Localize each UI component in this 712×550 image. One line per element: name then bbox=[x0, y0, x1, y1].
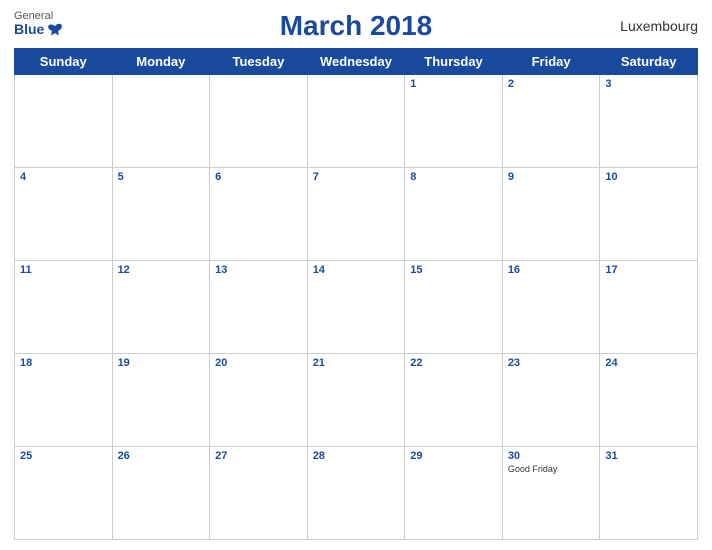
calendar-cell-6: 6 bbox=[210, 168, 308, 261]
calendar-cell-31: 31 bbox=[600, 447, 698, 540]
day-number: 1 bbox=[410, 78, 497, 90]
calendar-table: SundayMondayTuesdayWednesdayThursdayFrid… bbox=[14, 48, 698, 540]
calendar-cell-empty bbox=[210, 75, 308, 168]
calendar-cell-1: 1 bbox=[405, 75, 503, 168]
day-number: 2 bbox=[508, 78, 595, 90]
weekday-header-saturday: Saturday bbox=[600, 49, 698, 75]
week-row-3: 18 19 20 21 22 23 24 bbox=[15, 354, 698, 447]
day-number: 3 bbox=[605, 78, 692, 90]
calendar-cell-20: 20 bbox=[210, 354, 308, 447]
calendar-cell-22: 22 bbox=[405, 354, 503, 447]
calendar-cell-8: 8 bbox=[405, 168, 503, 261]
day-number: 26 bbox=[118, 450, 205, 462]
calendar-cell-5: 5 bbox=[112, 168, 210, 261]
calendar-cell-11: 11 bbox=[15, 261, 113, 354]
calendar-cell-16: 16 bbox=[502, 261, 600, 354]
weekday-header-wednesday: Wednesday bbox=[307, 49, 405, 75]
week-row-4: 25 26 27 28 29 30 Good Friday 31 bbox=[15, 447, 698, 540]
calendar-title: March 2018 bbox=[280, 10, 433, 42]
calendar-cell-27: 27 bbox=[210, 447, 308, 540]
calendar-cell-2: 2 bbox=[502, 75, 600, 168]
weekday-header-thursday: Thursday bbox=[405, 49, 503, 75]
day-number: 31 bbox=[605, 450, 692, 462]
day-number: 15 bbox=[410, 264, 497, 276]
calendar-cell-10: 10 bbox=[600, 168, 698, 261]
day-number: 8 bbox=[410, 171, 497, 183]
calendar-cell-19: 19 bbox=[112, 354, 210, 447]
event-text: Good Friday bbox=[508, 464, 595, 474]
day-number: 5 bbox=[118, 171, 205, 183]
day-number: 19 bbox=[118, 357, 205, 369]
calendar-cell-29: 29 bbox=[405, 447, 503, 540]
calendar-cell-3: 3 bbox=[600, 75, 698, 168]
day-number: 23 bbox=[508, 357, 595, 369]
day-number: 22 bbox=[410, 357, 497, 369]
calendar-cell-28: 28 bbox=[307, 447, 405, 540]
day-number: 30 bbox=[508, 450, 595, 462]
day-number: 12 bbox=[118, 264, 205, 276]
calendar-cell-14: 14 bbox=[307, 261, 405, 354]
day-number: 9 bbox=[508, 171, 595, 183]
calendar-cell-15: 15 bbox=[405, 261, 503, 354]
calendar-cell-30: 30 Good Friday bbox=[502, 447, 600, 540]
day-number: 28 bbox=[313, 450, 400, 462]
week-row-2: 11 12 13 14 15 16 17 bbox=[15, 261, 698, 354]
calendar-cell-18: 18 bbox=[15, 354, 113, 447]
weekday-header-tuesday: Tuesday bbox=[210, 49, 308, 75]
day-number: 11 bbox=[20, 264, 107, 276]
week-row-0: 123 bbox=[15, 75, 698, 168]
calendar-cell-12: 12 bbox=[112, 261, 210, 354]
calendar-tbody: 1234567891011121314151617181920212223242… bbox=[15, 75, 698, 540]
day-number: 29 bbox=[410, 450, 497, 462]
calendar-cell-9: 9 bbox=[502, 168, 600, 261]
calendar-cell-empty bbox=[112, 75, 210, 168]
day-number: 24 bbox=[605, 357, 692, 369]
logo: General Blue bbox=[14, 10, 63, 37]
calendar-thead: SundayMondayTuesdayWednesdayThursdayFrid… bbox=[15, 49, 698, 75]
calendar-header: General Blue March 2018 Luxembourg bbox=[14, 10, 698, 42]
week-row-1: 456789 10 bbox=[15, 168, 698, 261]
day-number: 13 bbox=[215, 264, 302, 276]
calendar-cell-empty bbox=[15, 75, 113, 168]
calendar-cell-23: 23 bbox=[502, 354, 600, 447]
calendar-cell-13: 13 bbox=[210, 261, 308, 354]
weekday-header-monday: Monday bbox=[112, 49, 210, 75]
day-number: 7 bbox=[313, 171, 400, 183]
calendar-cell-26: 26 bbox=[112, 447, 210, 540]
calendar-cell-24: 24 bbox=[600, 354, 698, 447]
day-number: 18 bbox=[20, 357, 107, 369]
day-number: 10 bbox=[605, 171, 692, 183]
calendar-cell-21: 21 bbox=[307, 354, 405, 447]
day-number: 21 bbox=[313, 357, 400, 369]
calendar-cell-empty bbox=[307, 75, 405, 168]
day-number: 17 bbox=[605, 264, 692, 276]
calendar-cell-25: 25 bbox=[15, 447, 113, 540]
weekday-header-row: SundayMondayTuesdayWednesdayThursdayFrid… bbox=[15, 49, 698, 75]
calendar-country: Luxembourg bbox=[620, 18, 698, 34]
day-number: 27 bbox=[215, 450, 302, 462]
calendar-cell-7: 7 bbox=[307, 168, 405, 261]
weekday-header-friday: Friday bbox=[502, 49, 600, 75]
day-number: 20 bbox=[215, 357, 302, 369]
day-number: 14 bbox=[313, 264, 400, 276]
calendar-cell-4: 4 bbox=[15, 168, 113, 261]
logo-blue-text: Blue bbox=[14, 22, 63, 37]
calendar-wrapper: General Blue March 2018 Luxembourg Sunda… bbox=[0, 0, 712, 550]
calendar-cell-17: 17 bbox=[600, 261, 698, 354]
weekday-header-sunday: Sunday bbox=[15, 49, 113, 75]
day-number: 16 bbox=[508, 264, 595, 276]
day-number: 4 bbox=[20, 171, 107, 183]
day-number: 25 bbox=[20, 450, 107, 462]
logo-bird-icon bbox=[47, 23, 63, 37]
day-number: 6 bbox=[215, 171, 302, 183]
